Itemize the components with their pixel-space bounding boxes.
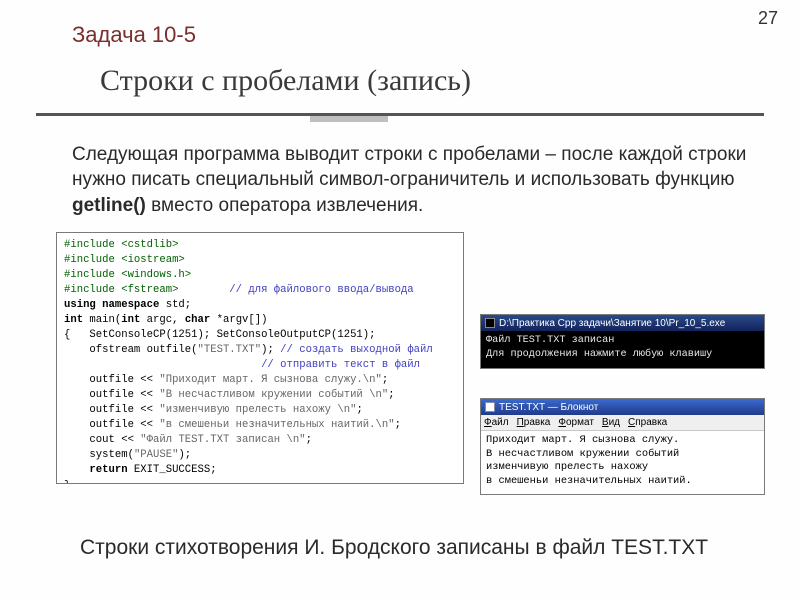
menu-format[interactable]: Формат — [558, 417, 594, 428]
horizontal-rule — [36, 113, 764, 116]
rule-accent — [310, 116, 388, 122]
notepad-body: Приходит март. Я сызнова служу. В несчас… — [481, 431, 764, 494]
console-title-text: D:\Практика Cpp задачи\Занятие 10\Pr_10_… — [499, 318, 725, 329]
console-titlebar: D:\Практика Cpp задачи\Занятие 10\Pr_10_… — [481, 315, 764, 331]
notepad-titlebar: TEST.TXT — Блокнот — [481, 399, 764, 415]
notepad-window: TEST.TXT — Блокнот Файл Правка Формат Ви… — [480, 398, 765, 495]
notepad-title-text: TEST.TXT — Блокнот — [499, 402, 598, 413]
menu-file[interactable]: Файл — [484, 417, 509, 428]
para-bold: getline() — [72, 195, 146, 216]
menu-view[interactable]: Вид — [602, 417, 620, 428]
menu-help[interactable]: Справка — [628, 417, 667, 428]
console-body: Файл TEST.TXT записан Для продолжения на… — [481, 331, 764, 368]
intro-paragraph: Следующая программа выводит строки с про… — [72, 142, 760, 218]
slide-title: Строки с пробелами (запись) — [100, 64, 471, 98]
menu-edit[interactable]: Правка — [517, 417, 551, 428]
task-label: Задача 10-5 — [72, 22, 196, 48]
console-window: D:\Практика Cpp задачи\Занятие 10\Pr_10_… — [480, 314, 765, 369]
para-pre: Следующая программа выводит строки с про… — [72, 144, 746, 190]
cmd-icon — [485, 318, 495, 328]
page-number: 27 — [758, 8, 778, 29]
footer-caption: Строки стихотворения И. Бродского записа… — [80, 536, 708, 560]
notepad-icon — [485, 402, 495, 412]
notepad-menubar: Файл Правка Формат Вид Справка — [481, 415, 764, 431]
code-listing: #include <cstdlib> #include <iostream> #… — [56, 232, 464, 484]
para-post: вместо оператора извлечения. — [146, 195, 423, 216]
